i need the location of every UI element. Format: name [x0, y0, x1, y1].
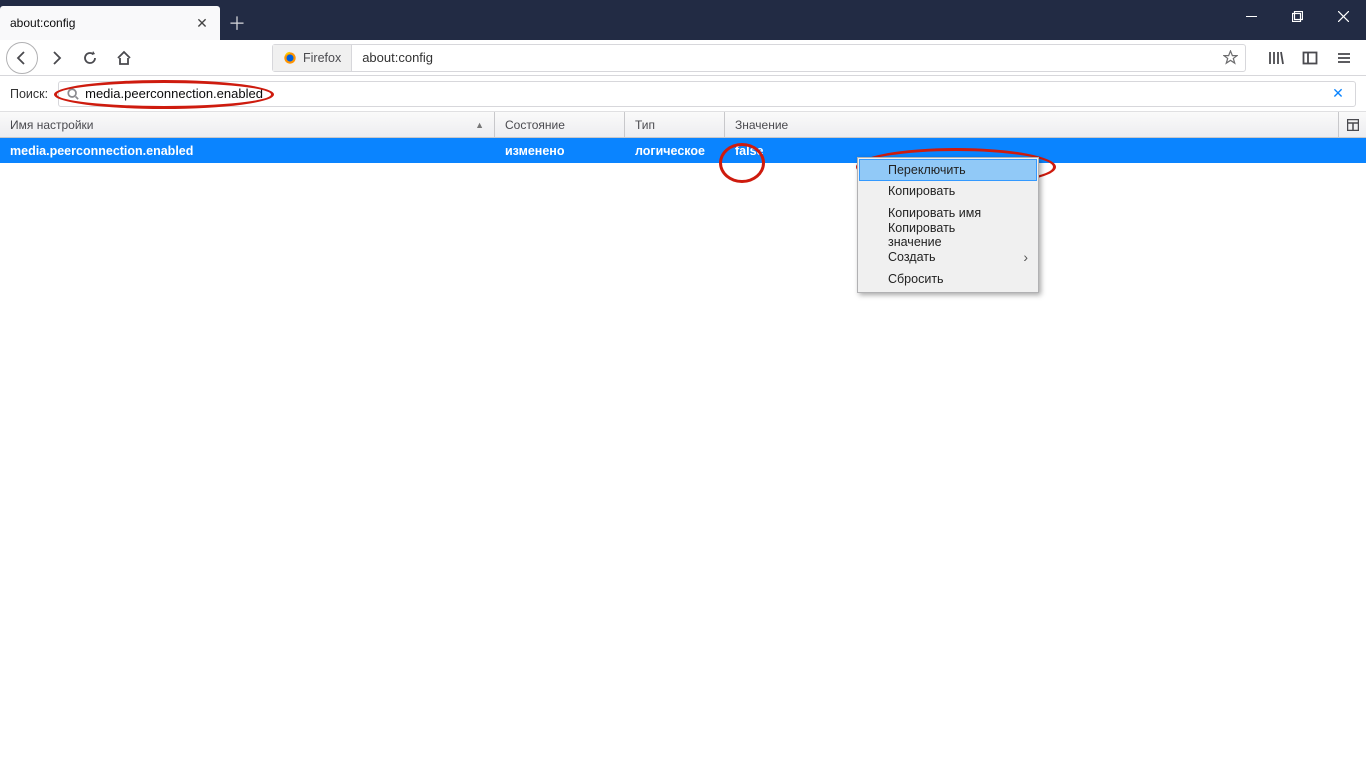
- column-name-label: Имя настройки: [10, 118, 94, 132]
- column-value-header[interactable]: Значение: [725, 112, 1338, 137]
- menu-button[interactable]: [1328, 43, 1360, 73]
- window-controls: [1228, 0, 1366, 40]
- search-icon: [67, 88, 79, 100]
- tab-title: about:config: [10, 16, 194, 30]
- maximize-button[interactable]: [1274, 0, 1320, 32]
- menu-copy-value[interactable]: Копировать значение: [860, 224, 1036, 246]
- column-status-label: Состояние: [505, 118, 565, 132]
- home-button[interactable]: [108, 43, 140, 73]
- close-tab-icon[interactable]: ✕: [194, 15, 210, 31]
- search-input[interactable]: media.peerconnection.enabled ✕: [58, 81, 1356, 107]
- browser-tab[interactable]: about:config ✕: [0, 6, 220, 40]
- column-type-label: Тип: [635, 118, 655, 132]
- clear-search-icon[interactable]: ✕: [1329, 85, 1347, 103]
- sidebar-button[interactable]: [1294, 43, 1326, 73]
- forward-button[interactable]: [40, 43, 72, 73]
- context-menu: Переключить Копировать Копировать имя Ко…: [857, 157, 1039, 293]
- pref-status: изменено: [495, 138, 625, 163]
- menu-reset[interactable]: Сбросить: [860, 268, 1036, 290]
- identity-label: Firefox: [303, 51, 341, 65]
- identity-box[interactable]: Firefox: [273, 45, 352, 71]
- search-label: Поиск:: [10, 87, 48, 101]
- library-button[interactable]: [1260, 43, 1292, 73]
- url-text: about:config: [352, 50, 1215, 65]
- column-status-header[interactable]: Состояние: [495, 112, 625, 137]
- pref-row[interactable]: media.peerconnection.enabled изменено ло…: [0, 138, 1366, 163]
- column-type-header[interactable]: Тип: [625, 112, 725, 137]
- navbar: Firefox about:config: [0, 40, 1366, 76]
- pref-type: логическое: [625, 138, 725, 163]
- column-value-label: Значение: [735, 118, 788, 132]
- column-name-header[interactable]: Имя настройки ▲: [0, 112, 495, 137]
- minimize-button[interactable]: [1228, 0, 1274, 32]
- reload-button[interactable]: [74, 43, 106, 73]
- menu-create[interactable]: Создать: [860, 246, 1036, 268]
- prefs-table-header: Имя настройки ▲ Состояние Тип Значение: [0, 112, 1366, 138]
- pref-value: false: [725, 138, 1366, 163]
- firefox-icon: [283, 51, 297, 65]
- menu-toggle[interactable]: Переключить: [859, 159, 1037, 181]
- bookmark-star-icon[interactable]: [1215, 45, 1245, 71]
- prefs-table-body: media.peerconnection.enabled изменено ло…: [0, 138, 1366, 163]
- column-picker-icon[interactable]: [1338, 112, 1366, 137]
- sort-ascending-icon: ▲: [475, 120, 484, 130]
- pref-name: media.peerconnection.enabled: [0, 138, 495, 163]
- url-bar[interactable]: Firefox about:config: [272, 44, 1246, 72]
- back-button[interactable]: [6, 42, 38, 74]
- menu-copy[interactable]: Копировать: [860, 180, 1036, 202]
- new-tab-button[interactable]: ＋: [220, 6, 254, 40]
- close-window-button[interactable]: [1320, 0, 1366, 32]
- config-search-bar: Поиск: media.peerconnection.enabled ✕: [0, 76, 1366, 112]
- search-value: media.peerconnection.enabled: [85, 86, 1323, 101]
- titlebar: about:config ✕ ＋: [0, 0, 1366, 40]
